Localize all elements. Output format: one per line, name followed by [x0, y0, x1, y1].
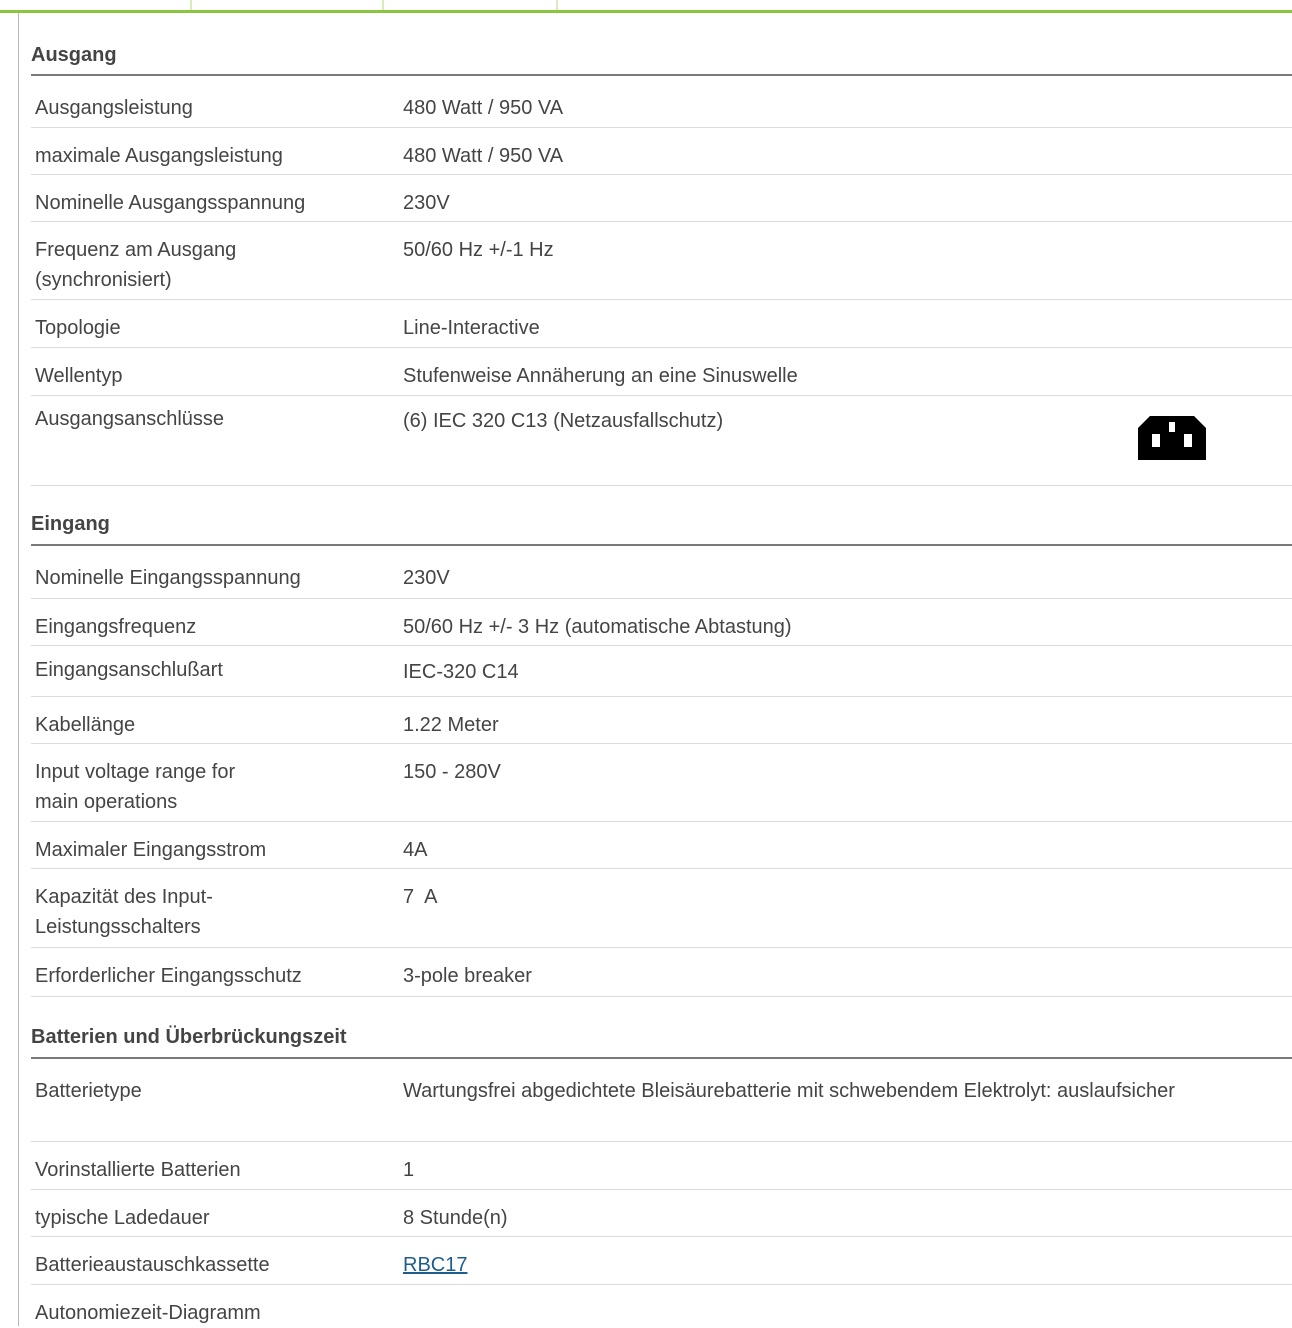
- spec-row: Eingangsanschlußart IEC-320 C14: [31, 646, 1292, 697]
- spec-label: typische Ladedauer: [35, 1207, 210, 1229]
- spec-row: Ausgangsanschlüsse (6) IEC 320 C13 (Netz…: [31, 396, 1292, 486]
- spec-value: 230V: [403, 567, 450, 589]
- rbc17-link[interactable]: RBC17: [403, 1254, 467, 1276]
- spec-row: Topologie Line-Interactive: [31, 300, 1292, 348]
- spec-label: Nominelle Eingangsspannung: [35, 567, 301, 589]
- spec-value: 8 Stunde(n): [403, 1207, 508, 1229]
- spec-row: maximale Ausgangsleistung 480 Watt / 950…: [31, 128, 1292, 175]
- spec-value: 480 Watt / 950 VA: [403, 97, 564, 119]
- spec-label: Frequenz am Ausgang (synchronisiert): [35, 239, 237, 291]
- top-accent-bar: [0, 0, 1292, 13]
- spec-row: Kapazität des Input-Leistungsschalters 7…: [31, 869, 1292, 948]
- spec-row: Nominelle Eingangsspannung 230V: [31, 550, 1292, 599]
- spec-value: (6) IEC 320 C13 (Netzausfallschutz): [403, 410, 724, 432]
- spec-value: 1: [403, 1159, 415, 1181]
- spec-label: Autonomiezeit-Diagramm: [35, 1302, 261, 1324]
- section-title-batterien: Batterien und Überbrückungszeit: [31, 1026, 1292, 1059]
- spec-row: Nominelle Ausgangsspannung 230V: [31, 175, 1292, 222]
- spec-label: Kapazität des Input-Leistungsschalters: [35, 886, 213, 938]
- spec-label: Topologie: [35, 317, 121, 339]
- spec-label: Eingangsanschlußart: [35, 659, 223, 681]
- spec-row: Wellentyp Stufenweise Annäherung an eine…: [31, 348, 1292, 396]
- spec-label: Ausgangsleistung: [35, 97, 193, 119]
- section-title-ausgang: Ausgang: [31, 44, 1292, 76]
- spec-row: Eingangsfrequenz 50/60 Hz +/- 3 Hz (auto…: [31, 599, 1292, 646]
- spec-label: Nominelle Ausgangsspannung: [35, 192, 306, 214]
- spec-row: Erforderlicher Eingangsschutz 3-pole bre…: [31, 948, 1292, 997]
- section-title-eingang: Eingang: [31, 513, 1292, 546]
- spec-value: 4A: [403, 839, 428, 861]
- spec-value: 50/60 Hz +/- 3 Hz (automatische Abtastun…: [403, 616, 792, 638]
- spec-row: Ausgangsleistung 480 Watt / 950 VA: [31, 80, 1292, 128]
- spec-row: Batterietype Wartungsfrei abgedichtete B…: [31, 1063, 1292, 1142]
- spec-row: Input voltage range for main operations …: [31, 744, 1292, 822]
- spec-value: Wartungsfrei abgedichtete Bleisäurebatte…: [403, 1080, 1175, 1102]
- spec-row: Frequenz am Ausgang (synchronisiert) 50/…: [31, 222, 1292, 300]
- spec-row: Vorinstallierte Batterien 1: [31, 1142, 1292, 1190]
- spec-label: Kabellänge: [35, 714, 136, 736]
- spec-label: Eingangsfrequenz: [35, 616, 197, 638]
- spec-value: 150 - 280V: [403, 761, 501, 783]
- spec-row: Batterieaustauschkassette RBC17: [31, 1237, 1292, 1285]
- spec-label: Input voltage range for main operations: [35, 761, 236, 813]
- spec-row: Kabellänge 1.22 Meter: [31, 697, 1292, 744]
- spec-label: Batterieaustauschkassette: [35, 1254, 270, 1276]
- spec-label: Erforderlicher Eingangsschutz: [35, 965, 302, 987]
- spec-value: 480 Watt / 950 VA: [403, 145, 564, 167]
- spec-value: IEC-320 C14: [403, 661, 519, 683]
- spec-label: Maximaler Eingangsstrom: [35, 839, 267, 861]
- spec-label: maximale Ausgangsleistung: [35, 145, 283, 167]
- spec-row: typische Ladedauer 8 Stunde(n): [31, 1190, 1292, 1237]
- spec-label: Ausgangsanschlüsse: [35, 408, 225, 430]
- spec-value: 230V: [403, 192, 450, 214]
- spec-value: 3-pole breaker: [403, 965, 532, 987]
- spec-value: 1.22 Meter: [403, 714, 499, 736]
- spec-label: Vorinstallierte Batterien: [35, 1159, 241, 1181]
- spec-value: 7 A: [403, 886, 438, 908]
- spec-row: Autonomiezeit-Diagramm: [31, 1285, 1292, 1326]
- spec-value: Stufenweise Annäherung an eine Sinuswell…: [403, 365, 798, 387]
- spec-row: Maximaler Eingangsstrom 4A: [31, 822, 1292, 869]
- spec-value: Line-Interactive: [403, 317, 540, 339]
- iec-c13-outlet-icon: [1138, 416, 1206, 460]
- spec-value: 50/60 Hz +/-1 Hz: [403, 239, 554, 261]
- spec-value: RBC17: [403, 1250, 1263, 1280]
- spec-label: Batterietype: [35, 1080, 142, 1102]
- spec-label: Wellentyp: [35, 365, 123, 387]
- left-border-line: [18, 13, 19, 1326]
